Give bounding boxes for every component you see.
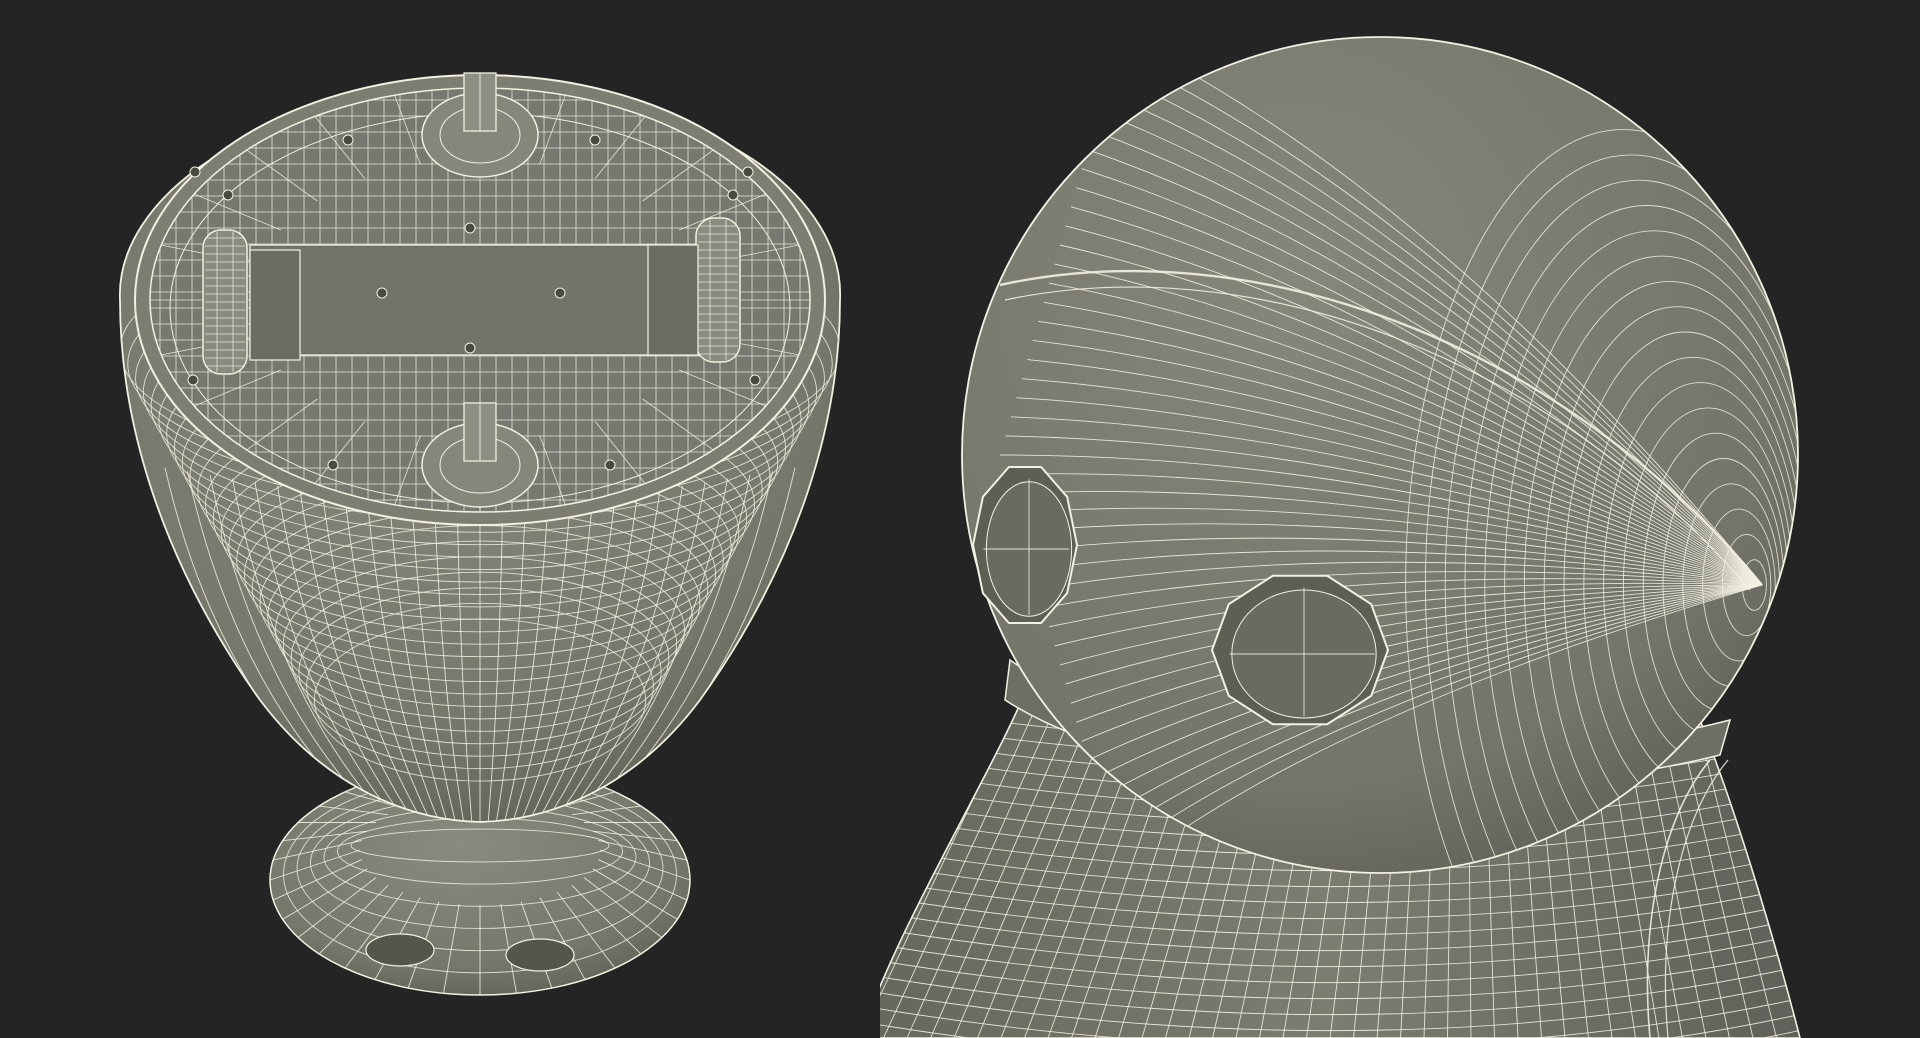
screw-hole [464,222,476,234]
bottom-view-panel [119,72,841,996]
closeup-view-panel [880,36,1801,1038]
screw-hole [727,189,739,201]
screw-hole [749,374,761,386]
left-eye-socket [971,466,1079,624]
screw-hole [589,134,601,146]
screw-hole [742,166,754,178]
right-eye-socket [1210,574,1390,726]
render-canvas [0,0,1920,1038]
bulb-eye-hole [505,938,575,972]
screw-hole [189,166,201,178]
screw-hole [464,342,476,354]
screw-hole [604,459,616,471]
right-wheel-mount [647,244,699,356]
screw-hole [342,134,354,146]
screw-hole [187,374,199,386]
screw-hole [554,287,566,299]
screw-hole [376,287,388,299]
sphere-shell [961,36,1799,874]
left-wheel-mount [249,249,301,361]
plate-center-recess [249,244,711,356]
screw-hole [327,459,339,471]
screw-hole [222,189,234,201]
left-wheel [202,229,248,375]
right-wheel [695,217,741,363]
bulb-eye-hole [365,933,435,967]
underside-plate [134,72,826,526]
wireframe-render [119,36,1801,1038]
